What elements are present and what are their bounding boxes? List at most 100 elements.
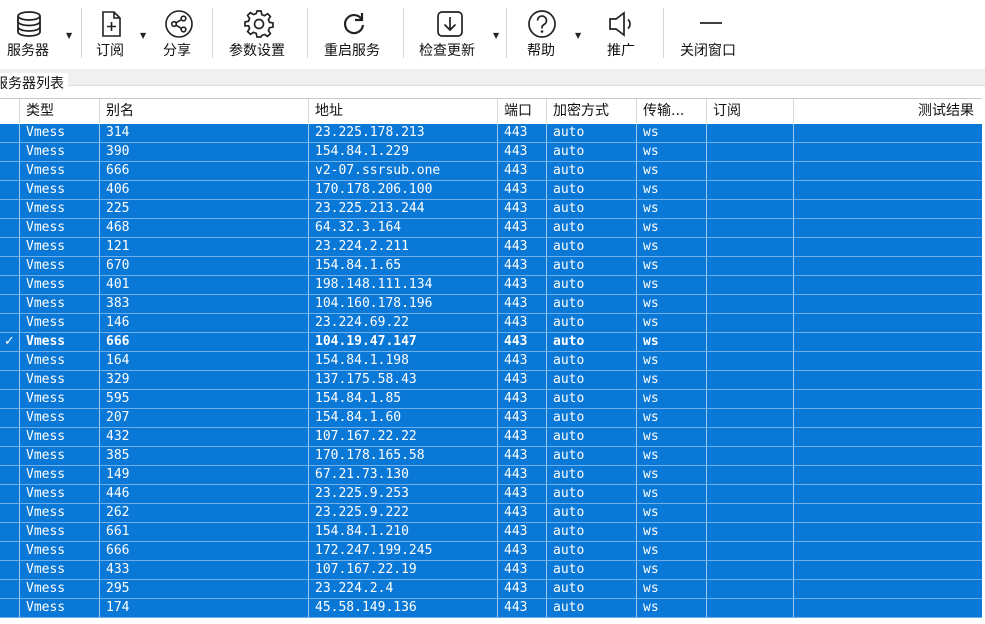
active-server-checkmark: [0, 371, 20, 389]
column-header-type[interactable]: 类型: [20, 99, 100, 124]
column-header-active[interactable]: [0, 99, 20, 124]
cell-test: [794, 371, 982, 389]
table-row[interactable]: Vmess 433 107.167.22.19 443 auto ws: [0, 561, 982, 580]
cell-test: [794, 466, 982, 484]
column-header-network[interactable]: 传输...: [637, 99, 707, 124]
table-row[interactable]: Vmess 661 154.84.1.210 443 auto ws: [0, 523, 982, 542]
restart-button[interactable]: 重启服务: [312, 0, 400, 69]
cell-subscription: [707, 257, 794, 275]
server-list-header: 类型 别名 地址 端口 加密方式 传输... 订阅 测试结果: [0, 98, 982, 125]
close-window-button[interactable]: 关闭窗口: [668, 0, 758, 69]
chevron-down-icon[interactable]: ▼: [493, 31, 499, 40]
cell-network: ws: [637, 390, 707, 408]
active-server-checkmark: ✓: [0, 333, 20, 351]
cell-network: ws: [637, 181, 707, 199]
table-row[interactable]: Vmess 121 23.224.2.211 443 auto ws: [0, 238, 982, 257]
table-row[interactable]: Vmess 432 107.167.22.22 443 auto ws: [0, 428, 982, 447]
table-row[interactable]: Vmess 406 170.178.206.100 443 auto ws: [0, 181, 982, 200]
cell-address: 137.175.58.43: [309, 371, 498, 389]
cell-security: auto: [547, 542, 637, 560]
cell-alias: 670: [100, 257, 309, 275]
servers-button[interactable]: 服务器 ▼: [0, 0, 82, 69]
subscribe-button[interactable]: 订阅 ▼: [88, 0, 150, 69]
column-header-test-result[interactable]: 测试结果: [794, 99, 982, 124]
active-server-checkmark: [0, 219, 20, 237]
table-row[interactable]: Vmess 225 23.225.213.244 443 auto ws: [0, 200, 982, 219]
column-header-alias[interactable]: 别名: [100, 99, 309, 124]
table-row[interactable]: Vmess 329 137.175.58.43 443 auto ws: [0, 371, 982, 390]
cell-test: [794, 504, 982, 522]
cell-subscription: [707, 181, 794, 199]
update-button[interactable]: 检查更新 ▼: [408, 0, 503, 69]
cell-address: 23.225.9.222: [309, 504, 498, 522]
cell-test: [794, 238, 982, 256]
table-row[interactable]: Vmess 595 154.84.1.85 443 auto ws: [0, 390, 982, 409]
cell-test: [794, 219, 982, 237]
table-row[interactable]: Vmess 146 23.224.69.22 443 auto ws: [0, 314, 982, 333]
column-header-subscription[interactable]: 订阅: [707, 99, 794, 124]
cell-network: ws: [637, 162, 707, 180]
cell-security: auto: [547, 428, 637, 446]
cell-address: 23.224.69.22: [309, 314, 498, 332]
cell-type: Vmess: [20, 428, 100, 446]
cell-port: 443: [498, 162, 547, 180]
table-row[interactable]: Vmess 164 154.84.1.198 443 auto ws: [0, 352, 982, 371]
table-row[interactable]: Vmess 446 23.225.9.253 443 auto ws: [0, 485, 982, 504]
table-row[interactable]: Vmess 314 23.225.178.213 443 auto ws: [0, 124, 982, 143]
chevron-down-icon[interactable]: ▼: [575, 31, 581, 40]
share-button[interactable]: 分享: [150, 0, 210, 69]
cell-subscription: [707, 447, 794, 465]
cell-port: 443: [498, 257, 547, 275]
cell-type: Vmess: [20, 466, 100, 484]
table-row[interactable]: Vmess 670 154.84.1.65 443 auto ws: [0, 257, 982, 276]
active-server-checkmark: [0, 542, 20, 560]
table-row[interactable]: Vmess 262 23.225.9.222 443 auto ws: [0, 504, 982, 523]
refresh-icon: [344, 13, 365, 35]
table-row[interactable]: ✓ Vmess 666 104.19.47.147 443 auto ws: [0, 333, 982, 352]
table-row[interactable]: Vmess 401 198.148.111.134 443 auto ws: [0, 276, 982, 295]
table-row[interactable]: Vmess 295 23.224.2.4 443 auto ws: [0, 580, 982, 599]
table-row[interactable]: Vmess 666 v2-07.ssrsub.one 443 auto ws: [0, 162, 982, 181]
cell-test: [794, 542, 982, 560]
gear-icon: [244, 10, 274, 38]
cell-port: 443: [498, 504, 547, 522]
download-icon: [437, 11, 463, 37]
table-row[interactable]: Vmess 174 45.58.149.136 443 auto ws: [0, 599, 982, 618]
cell-security: auto: [547, 599, 637, 617]
cell-port: 443: [498, 124, 547, 142]
cell-subscription: [707, 333, 794, 351]
cell-test: [794, 295, 982, 313]
cell-type: Vmess: [20, 485, 100, 503]
promote-button[interactable]: 推广: [592, 0, 658, 69]
help-button[interactable]: 帮助 ▼: [512, 0, 587, 69]
table-row[interactable]: Vmess 390 154.84.1.229 443 auto ws: [0, 143, 982, 162]
table-row[interactable]: Vmess 468 64.32.3.164 443 auto ws: [0, 219, 982, 238]
table-row[interactable]: Vmess 207 154.84.1.60 443 auto ws: [0, 409, 982, 428]
cell-alias: 329: [100, 371, 309, 389]
cell-port: 443: [498, 409, 547, 427]
column-header-address[interactable]: 地址: [309, 99, 498, 124]
active-server-checkmark: [0, 276, 20, 294]
table-row[interactable]: Vmess 666 172.247.199.245 443 auto ws: [0, 542, 982, 561]
cell-alias: 433: [100, 561, 309, 579]
cell-address: 198.148.111.134: [309, 276, 498, 294]
cell-test: [794, 485, 982, 503]
cell-type: Vmess: [20, 257, 100, 275]
cell-subscription: [707, 466, 794, 484]
table-row[interactable]: Vmess 385 170.178.165.58 443 auto ws: [0, 447, 982, 466]
table-row[interactable]: Vmess 149 67.21.73.130 443 auto ws: [0, 466, 982, 485]
column-header-port[interactable]: 端口: [498, 99, 547, 124]
cell-test: [794, 162, 982, 180]
cell-test: [794, 181, 982, 199]
chevron-down-icon[interactable]: ▼: [66, 31, 72, 40]
chevron-down-icon[interactable]: ▼: [140, 31, 146, 40]
cell-type: Vmess: [20, 523, 100, 541]
column-header-security[interactable]: 加密方式: [547, 99, 637, 124]
cell-security: auto: [547, 371, 637, 389]
settings-button[interactable]: 参数设置: [216, 0, 304, 69]
table-row[interactable]: Vmess 383 104.160.178.196 443 auto ws: [0, 295, 982, 314]
promote-label: 推广: [607, 43, 635, 59]
cell-address: 154.84.1.60: [309, 409, 498, 427]
cell-subscription: [707, 409, 794, 427]
cell-security: auto: [547, 561, 637, 579]
